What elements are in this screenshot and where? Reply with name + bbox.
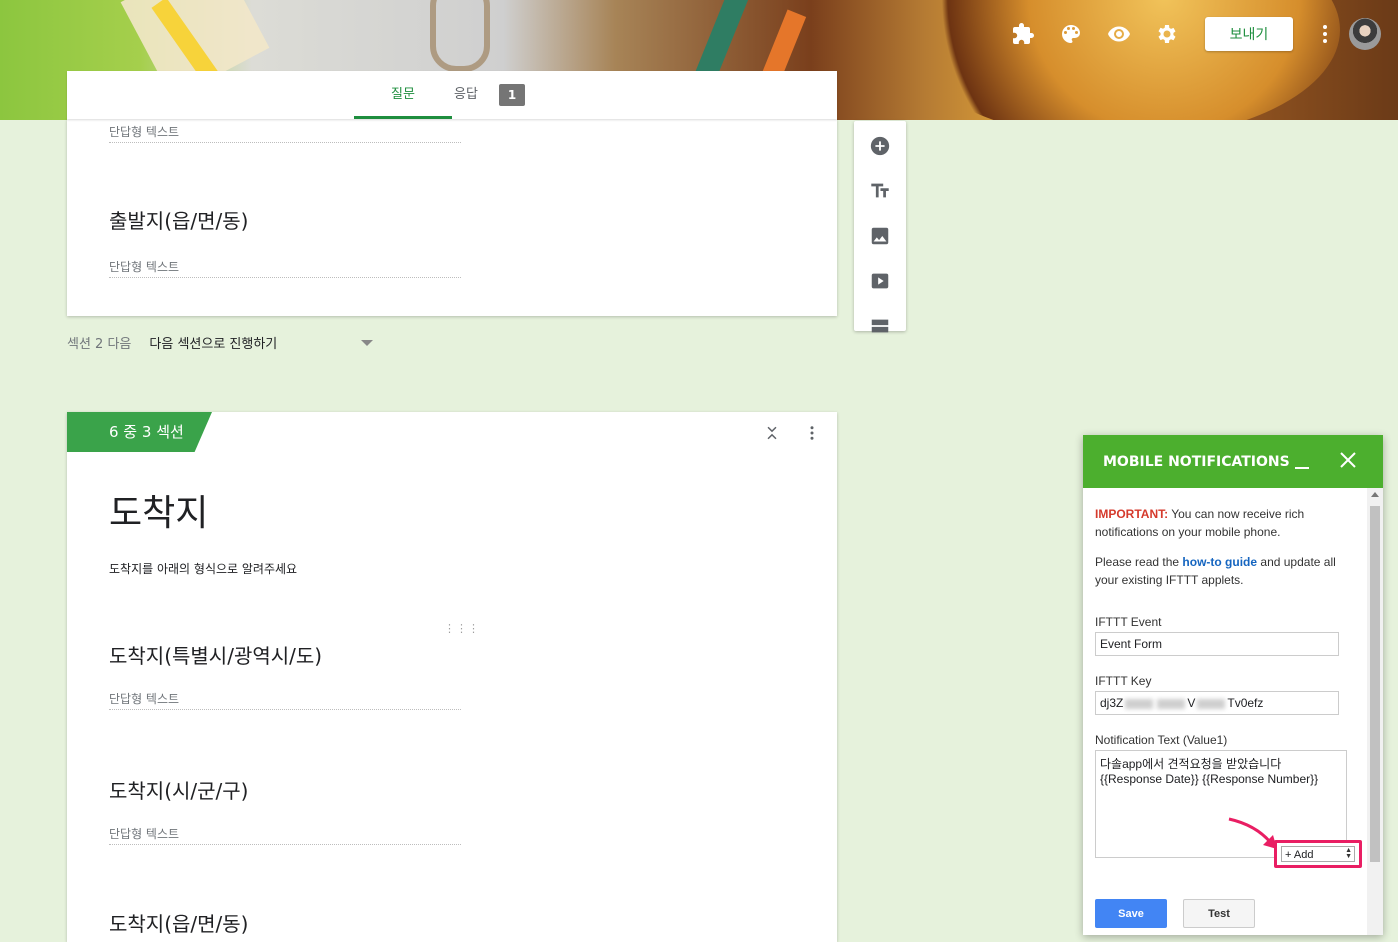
- short-answer-placeholder: 단답형 텍스트: [109, 258, 461, 278]
- section-tag: 6 중 3 섹션: [67, 412, 212, 452]
- panel-title: MOBILE NOTIFICATIONS: [1103, 453, 1290, 470]
- add-field-select[interactable]: + Add ▲ ▼: [1281, 846, 1355, 862]
- section-title[interactable]: 도착지: [109, 484, 208, 536]
- scroll-thumb[interactable]: [1370, 506, 1380, 862]
- redacted-mark: [1125, 698, 1154, 709]
- dropdown-arrow-icon[interactable]: [361, 339, 374, 346]
- save-button[interactable]: Save: [1095, 899, 1167, 928]
- key-value-end: Tv0efz: [1227, 696, 1264, 710]
- how-to-guide-link[interactable]: how-to guide: [1182, 555, 1257, 569]
- video-icon[interactable]: [854, 261, 906, 301]
- question-title[interactable]: 도착지(특별시/광역시/도): [109, 640, 322, 669]
- panel-header: MOBILE NOTIFICATIONS: [1083, 435, 1383, 488]
- palette-icon[interactable]: [1059, 22, 1083, 46]
- mobile-notifications-panel: MOBILE NOTIFICATIONS IMPORTANT: You can …: [1083, 435, 1383, 935]
- key-field[interactable]: dj3Z V Tv0efz: [1095, 691, 1339, 715]
- section-3-card: 도착지 도착지를 아래의 형식으로 알려주세요 ⋮⋮⋮ 도착지(특별시/광역시/…: [67, 412, 837, 942]
- short-answer-placeholder: 단답형 텍스트: [109, 825, 461, 845]
- form-tabs: 질문 응답 1: [67, 71, 837, 119]
- add-question-icon[interactable]: [854, 126, 906, 166]
- send-button[interactable]: 보내기: [1205, 17, 1293, 51]
- short-answer-placeholder: 단답형 텍스트: [109, 123, 461, 143]
- tab-responses[interactable]: 응답: [452, 71, 542, 119]
- add-field-highlight: + Add ▲ ▼: [1274, 840, 1362, 868]
- panel-notice: IMPORTANT: You can now receive rich noti…: [1095, 505, 1355, 589]
- more-vert-icon[interactable]: [803, 424, 821, 442]
- question-title[interactable]: 출발지(읍/면/동): [109, 205, 248, 234]
- guide-text-pre: Please read the: [1095, 555, 1183, 569]
- redacted-mark: [1157, 698, 1186, 709]
- responses-count-badge: 1: [499, 84, 525, 106]
- section-icon[interactable]: [854, 306, 906, 346]
- form-toolbar: 보내기: [999, 14, 1398, 54]
- tab-questions[interactable]: 질문: [354, 71, 452, 119]
- key-value-mid: V: [1187, 696, 1196, 710]
- redacted-mark: [1197, 698, 1226, 709]
- tab-responses-label: 응답: [454, 87, 478, 102]
- section-navigation: 섹션 2 다음 다음 섹션으로 진행하기: [67, 333, 374, 352]
- question-title[interactable]: 도착지(읍/면/동): [109, 908, 248, 937]
- important-notice: IMPORTANT: You can now receive rich noti…: [1095, 505, 1355, 541]
- close-icon[interactable]: [1339, 451, 1357, 469]
- question-tools-sidebar: [854, 121, 906, 333]
- section-2-card: 단답형 텍스트 출발지(읍/면/동) 단답형 텍스트: [67, 119, 837, 316]
- after-section-select[interactable]: 다음 섹션으로 진행하기: [149, 333, 361, 352]
- collapse-icon[interactable]: [763, 424, 781, 442]
- title-text-icon[interactable]: [854, 171, 906, 211]
- important-label: IMPORTANT:: [1095, 507, 1169, 521]
- banner-paperclip: [430, 0, 490, 72]
- more-vert-icon[interactable]: [1313, 22, 1337, 46]
- drag-handle-icon[interactable]: ⋮⋮⋮: [444, 622, 480, 635]
- minimize-icon[interactable]: [1295, 451, 1309, 471]
- after-section-label: 섹션 2 다음: [67, 337, 132, 352]
- add-field-label: + Add: [1285, 849, 1314, 861]
- key-label: IFTTT Key: [1095, 674, 1152, 688]
- scroll-up-icon[interactable]: [1371, 492, 1379, 497]
- test-button[interactable]: Test: [1183, 899, 1255, 928]
- avatar[interactable]: [1349, 18, 1381, 50]
- gear-icon[interactable]: [1155, 22, 1179, 46]
- event-label: IFTTT Event: [1095, 615, 1162, 629]
- panel-scrollbar[interactable]: [1367, 488, 1383, 935]
- key-value-start: dj3Z: [1100, 696, 1124, 710]
- eye-icon[interactable]: [1107, 22, 1131, 46]
- question-title[interactable]: 도착지(시/군/구): [109, 775, 248, 804]
- event-field[interactable]: Event Form: [1095, 632, 1339, 656]
- image-icon[interactable]: [854, 216, 906, 256]
- notification-text-label: Notification Text (Value1): [1095, 733, 1228, 747]
- puzzle-icon[interactable]: [1011, 22, 1035, 46]
- section-actions: [763, 424, 821, 442]
- guide-notice: Please read the how-to guide and update …: [1095, 553, 1355, 589]
- short-answer-placeholder: 단답형 텍스트: [109, 690, 461, 710]
- spinner-arrows-icon: ▲ ▼: [1345, 847, 1352, 860]
- section-description[interactable]: 도착지를 아래의 형식으로 알려주세요: [109, 560, 297, 577]
